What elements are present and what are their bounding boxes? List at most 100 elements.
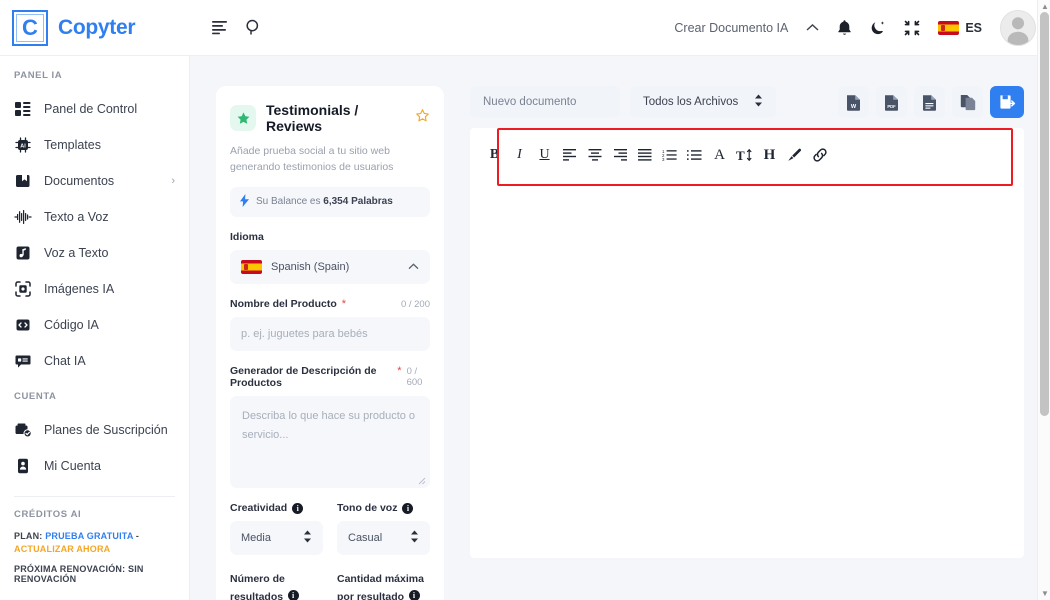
creativity-select[interactable]: Media — [230, 520, 323, 555]
bell-icon[interactable] — [837, 19, 852, 36]
info-icon[interactable]: i — [292, 502, 304, 514]
required-marker: * — [341, 297, 347, 310]
link-icon[interactable] — [807, 142, 832, 168]
sidebar-item-planes-de-suscripcion[interactable]: Planes de Suscripción — [0, 412, 189, 448]
search-icon[interactable] — [245, 19, 262, 36]
bullet-list-icon[interactable] — [682, 142, 707, 168]
export-buttons-group: W PDF — [838, 86, 1024, 118]
sidebar-item-documentos[interactable]: Documentos › — [0, 163, 189, 199]
info-icon[interactable]: i — [402, 502, 414, 514]
brand-logo[interactable]: C Copyter — [0, 0, 190, 55]
sidebar-item-label: Templates — [44, 138, 101, 152]
scrollbar-thumb[interactable] — [1040, 12, 1049, 416]
balance-text: Su Balance es 6,354 Palabras — [256, 196, 393, 207]
files-filter-select[interactable]: Todos los Archivos — [630, 86, 776, 118]
body-row: PANEL IA Panel de Control AI Templates D… — [0, 56, 1050, 600]
plan-value: PRUEBA GRATUITA — [45, 531, 134, 541]
field-label-row: Idioma — [230, 231, 430, 243]
results-amount-row: Número de resultados i 1 Cantidad máxima… — [230, 569, 430, 600]
word-doc-icon[interactable]: W — [838, 86, 869, 118]
heading-icon[interactable]: H — [757, 142, 782, 168]
underline-icon[interactable]: U — [532, 142, 557, 168]
balance-pill: Su Balance es 6,354 Palabras — [230, 186, 430, 217]
scroll-up-arrow[interactable]: ▲ — [1041, 2, 1049, 11]
field-label-row: Nombre del Producto * 0 / 200 — [230, 298, 430, 310]
field-nombre-del-producto: Nombre del Producto * 0 / 200 p. ej. jug… — [230, 298, 430, 351]
text-doc-icon[interactable] — [914, 86, 945, 118]
sidebar-item-label: Documentos — [44, 174, 115, 188]
plan-prefix: PLAN: — [14, 531, 43, 541]
bold-icon[interactable]: B — [482, 142, 507, 168]
field-label: Generador de Descripción de Productos — [230, 364, 377, 389]
document-name-input[interactable]: Nuevo documento — [470, 86, 620, 118]
image-scan-icon — [14, 280, 32, 298]
sidebar-item-voz-a-texto[interactable]: Voz a Texto — [0, 235, 189, 271]
language-code: ES — [965, 20, 982, 35]
logo-letter: C — [22, 14, 38, 40]
documents-icon — [14, 172, 32, 190]
moon-icon[interactable] — [870, 20, 886, 36]
align-left-icon[interactable] — [557, 142, 582, 168]
text-color-icon[interactable] — [782, 142, 807, 168]
language-select[interactable]: Spanish (Spain) — [230, 249, 430, 284]
ordered-list-icon[interactable]: 1 2 3 — [657, 142, 682, 168]
resize-handle[interactable] — [418, 477, 426, 485]
renewal-line: PRÓXIMA RENOVACIÓN: SIN RENOVACIÓN — [14, 564, 144, 585]
avatar[interactable] — [1000, 9, 1036, 46]
subscription-icon — [14, 421, 32, 439]
save-doc-icon[interactable] — [990, 86, 1024, 118]
sidebar-item-imagenes-ia[interactable]: Imágenes IA — [0, 271, 189, 307]
stepper-icon — [410, 530, 419, 546]
font-family-icon[interactable]: A — [707, 142, 732, 168]
language-selector[interactable]: ES — [938, 20, 982, 35]
sidebar-section-panel: PANEL IA — [14, 70, 63, 81]
field-numero-de-resultados: Número de resultados i 1 — [230, 569, 323, 600]
italic-icon[interactable]: I — [507, 142, 532, 168]
product-name-input[interactable]: p. ej. juguetes para bebés — [230, 316, 430, 351]
pdf-doc-icon[interactable]: PDF — [876, 86, 907, 118]
sidebar-item-templates[interactable]: AI Templates — [0, 127, 189, 163]
credits-block: PLAN: PRUEBA GRATUITA - ACTUALIZAR AHORA… — [0, 530, 189, 584]
sidebar-item-texto-a-voz[interactable]: Texto a Voz — [0, 199, 189, 235]
chevron-right-icon: › — [171, 175, 175, 187]
sidebar-item-codigo-ia[interactable]: Código IA — [0, 307, 189, 343]
field-label-row: Generador de Descripción de Productos * … — [230, 365, 430, 389]
plan-upgrade-link[interactable]: ACTUALIZAR AHORA — [14, 544, 110, 554]
stepper-icon — [754, 94, 763, 110]
align-center-icon[interactable] — [582, 142, 607, 168]
scroll-down-arrow[interactable]: ▼ — [1041, 589, 1049, 598]
field-label: Tono de voz — [337, 501, 398, 514]
sidebar-divider — [14, 496, 175, 497]
font-size-icon[interactable]: T — [732, 142, 757, 168]
sidebar: PANEL IA Panel de Control AI Templates D… — [0, 56, 190, 600]
brand-name: Copyter — [58, 15, 136, 39]
sidebar-item-panel-de-control[interactable]: Panel de Control — [0, 91, 189, 127]
balance-prefix: Su Balance es — [256, 196, 321, 208]
chevron-up-icon[interactable] — [806, 21, 819, 35]
page-scrollbar[interactable]: ▲ ▼ — [1037, 0, 1050, 600]
sidebar-item-mi-cuenta[interactable]: Mi Cuenta — [0, 448, 189, 484]
plan-line: PLAN: PRUEBA GRATUITA - ACTUALIZAR AHORA — [14, 530, 175, 556]
balance-value: 6,354 Palabras — [323, 196, 393, 208]
info-icon[interactable]: i — [408, 589, 420, 600]
star-outline-icon[interactable] — [415, 108, 430, 128]
svg-text:PDF: PDF — [887, 103, 896, 108]
star-filled-icon — [230, 105, 256, 131]
copy-icon[interactable] — [952, 86, 983, 118]
hamburger-icon[interactable] — [212, 20, 229, 35]
sidebar-item-chat-ia[interactable]: Chat IA — [0, 343, 189, 379]
create-document-button[interactable]: Crear Documento IA — [674, 21, 788, 35]
spain-flag-icon — [241, 259, 262, 274]
align-right-icon[interactable] — [607, 142, 632, 168]
audio-file-icon — [14, 244, 32, 262]
info-icon[interactable]: i — [287, 589, 299, 600]
header-left-tools — [212, 19, 262, 36]
sidebar-item-label: Código IA — [44, 318, 99, 332]
sidebar-item-label: Texto a Voz — [44, 210, 109, 224]
sidebar-item-label: Planes de Suscripción — [44, 423, 168, 437]
product-description-textarea[interactable]: Describa lo que hace su producto o servi… — [230, 395, 430, 488]
compress-icon[interactable] — [904, 20, 920, 36]
tone-select[interactable]: Casual — [337, 520, 430, 555]
align-justify-icon[interactable] — [632, 142, 657, 168]
sidebar-item-label: Chat IA — [44, 354, 86, 368]
